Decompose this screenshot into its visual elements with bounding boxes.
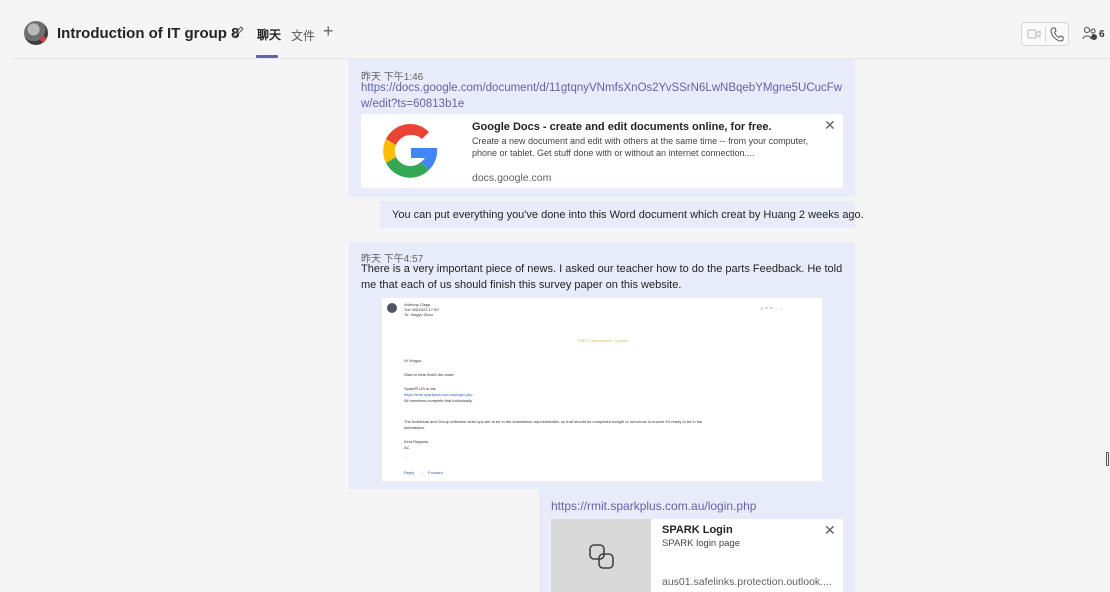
message-link[interactable]: https://rmit.sparkplus.com.au/login.php [551,498,756,514]
close-icon[interactable]: ✕ [824,118,836,132]
email-separator: | [422,470,424,475]
preview-title[interactable]: SPARK Login [662,524,733,536]
email-to: To: Xingyu Zhou [404,312,433,317]
email-link: https://rmit.sparkplus.com.au/login.php [404,392,473,397]
link-icon [589,544,614,569]
email-line: submission. [404,425,426,430]
scrollbar-thumb[interactable] [1106,452,1109,466]
email-reply: Reply [404,470,415,475]
email-classification-banner: RMIT Classification: Trusted [578,338,628,343]
participants-icon[interactable] [1082,26,1098,41]
email-more: ··· [404,455,408,460]
participants-count: 6 [1099,29,1105,40]
preview-domain: aus01.safelinks.protection.outlook.... [662,576,832,588]
message-text: There is a very important piece of news.… [361,263,843,291]
link-preview-card[interactable]: Google Docs - create and edit documents … [361,114,843,188]
email-forward: Forward [428,470,443,475]
call-buttons [1021,22,1069,46]
pencil-icon[interactable] [231,24,245,40]
email-action-icons: ☺ ↶ ↷ → ··· [760,306,784,311]
email-line: All members complete that individually. [404,398,473,403]
message-bubble: You can put everything you've done into … [380,201,864,228]
tab-chat[interactable]: 聊天 [257,26,281,43]
chat-header: Introduction of IT group 8 聊天 文件 + 6 [0,0,1110,58]
phone-call-icon[interactable] [1050,27,1064,42]
chat-title[interactable]: Introduction of IT group 8 [57,25,239,42]
tab-files[interactable]: 文件 [291,27,315,44]
add-tab-button[interactable]: + [323,22,334,40]
message-text: You can put everything you've done into … [392,209,864,221]
preview-thumbnail [551,519,651,592]
email-line: SparkPLUS is via: [404,386,437,391]
sender-avatar [387,303,397,313]
email-line: Glad to hear that's the case! [404,372,454,377]
google-logo-icon [361,114,461,188]
group-avatar[interactable] [24,21,48,45]
email-greeting: Hi Xingyu, [404,358,423,363]
email-screenshot-image[interactable]: Anthony Clapp Tue 4/6/2021 17:50 To: Xin… [381,297,823,482]
email-initials: AC [404,445,410,450]
message-link[interactable]: https://docs.google.com/document/d/11gtq… [361,80,847,112]
email-line: The Individual and Group reflection writ… [404,419,703,424]
preview-description: SPARK login page [662,538,740,549]
video-call-icon[interactable] [1027,28,1041,40]
preview-title[interactable]: Google Docs - create and edit documents … [472,121,772,133]
email-signoff: Kind Regards, [404,439,430,444]
close-icon[interactable]: ✕ [824,523,836,537]
preview-domain: docs.google.com [472,172,552,184]
preview-description: Create a new document and edit with othe… [472,136,809,158]
link-preview-card[interactable]: SPARK Login SPARK login page aus01.safel… [551,519,843,592]
